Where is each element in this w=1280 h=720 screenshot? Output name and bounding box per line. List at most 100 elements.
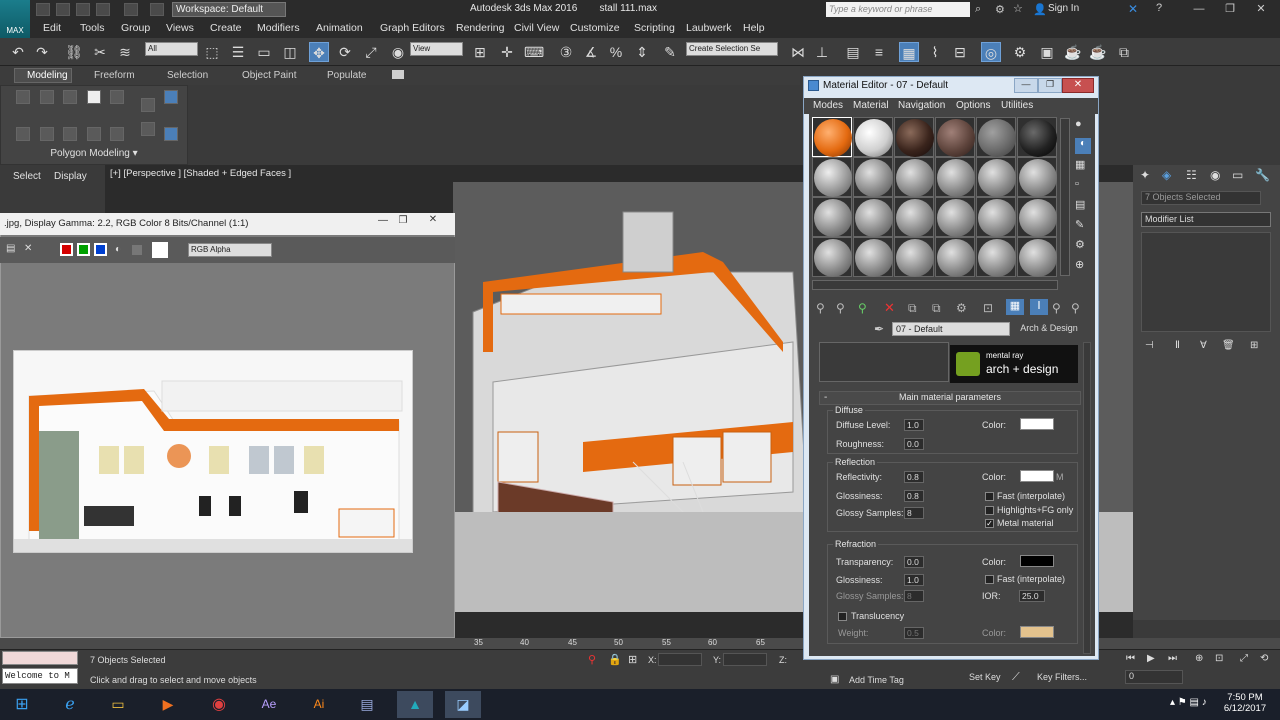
- sample-slot[interactable]: [894, 197, 934, 237]
- select-and-scale-icon[interactable]: ⤢: [361, 42, 381, 62]
- select-by-material-icon[interactable]: ⊕: [1075, 258, 1091, 274]
- utilities-tab-icon[interactable]: 🔧: [1255, 168, 1270, 182]
- menu-help[interactable]: Help: [743, 22, 765, 34]
- render-online-icon[interactable]: ⧉: [1114, 42, 1134, 62]
- translucency-color-swatch[interactable]: [1020, 626, 1054, 638]
- sample-slot[interactable]: [853, 237, 893, 277]
- keyboard-shortcut-icon[interactable]: ⌨: [524, 42, 544, 62]
- templates-list[interactable]: [819, 342, 949, 382]
- make-copy-icon[interactable]: ⧉: [908, 301, 917, 316]
- alpha-channel-icon[interactable]: ◐: [115, 244, 121, 255]
- task-window-icon[interactable]: ▤: [349, 691, 385, 718]
- menu-group[interactable]: Group: [121, 22, 150, 34]
- menu-animation[interactable]: Animation: [316, 22, 363, 34]
- select-tab[interactable]: Select: [13, 171, 41, 182]
- ribbon-tool-i-icon[interactable]: [164, 127, 178, 141]
- minimize-button[interactable]: —: [1188, 0, 1210, 19]
- link-icon[interactable]: ⛓: [64, 42, 84, 62]
- maxscript-listener[interactable]: Welcome to M: [2, 668, 78, 684]
- params-scrollbar[interactable]: [1083, 342, 1091, 654]
- field-of-view-icon[interactable]: ⊡: [1215, 653, 1223, 664]
- snaps-toggle-icon[interactable]: ③: [556, 42, 576, 62]
- modifier-list-dropdown[interactable]: Modifier List: [1141, 212, 1271, 227]
- me-close-button[interactable]: ✕: [1062, 78, 1094, 93]
- sample-slot[interactable]: [935, 157, 975, 197]
- tray-icons[interactable]: ▴ ⚑ ▤ ♪: [1170, 697, 1207, 708]
- ribbon-tab-modeling[interactable]: Modeling: [27, 70, 68, 81]
- select-and-rotate-icon[interactable]: ⟳: [335, 42, 355, 62]
- me-minimize-button[interactable]: —: [1014, 78, 1038, 93]
- absolute-mode-icon[interactable]: ⊞: [628, 653, 637, 666]
- selection-region-icon[interactable]: ▭: [254, 42, 274, 62]
- element-icon[interactable]: [110, 90, 124, 104]
- reset-map-icon[interactable]: ✕: [884, 300, 895, 316]
- ribbon-tab-freeform[interactable]: Freeform: [94, 70, 135, 81]
- redo-icon[interactable]: [124, 3, 138, 16]
- select-object-icon[interactable]: ⬚: [202, 42, 222, 62]
- pick-material-eyedropper-icon[interactable]: ✒: [874, 322, 884, 336]
- sign-in-link[interactable]: Sign In: [1048, 3, 1079, 14]
- time-tag-icon[interactable]: ▣: [830, 674, 839, 685]
- menu-create[interactable]: Create: [210, 22, 242, 34]
- me-options-icon[interactable]: ⚙: [1075, 238, 1091, 254]
- workspace-dropdown[interactable]: Workspace: Default: [172, 2, 286, 17]
- select-and-move-icon[interactable]: ✥: [309, 42, 329, 62]
- clock[interactable]: 7:50 PM 6/12/2017: [1222, 692, 1268, 714]
- me-menu-navigation[interactable]: Navigation: [898, 100, 945, 111]
- menu-views[interactable]: Views: [166, 22, 194, 34]
- diffuse-color-swatch[interactable]: [1020, 418, 1054, 430]
- current-frame-field[interactable]: 0: [1125, 670, 1183, 684]
- go-to-start-icon[interactable]: ⏮: [1126, 653, 1135, 664]
- refl-color-swatch[interactable]: [1020, 470, 1054, 482]
- polygon-icon[interactable]: [87, 90, 101, 104]
- sample-slot[interactable]: [812, 117, 852, 157]
- sample-slot[interactable]: [976, 117, 1016, 157]
- media-player-icon[interactable]: ▶: [150, 691, 186, 718]
- select-manipulate-icon[interactable]: ✛: [497, 42, 517, 62]
- slots-horizontal-scrollbar[interactable]: [812, 280, 1058, 290]
- menu-graph-editors[interactable]: Graph Editors: [380, 22, 445, 34]
- ribbon-tool-h-icon[interactable]: [141, 122, 155, 136]
- menu-rendering[interactable]: Rendering: [456, 22, 504, 34]
- sample-slot[interactable]: [853, 157, 893, 197]
- refr-fast-checkbox[interactable]: [985, 575, 994, 584]
- get-material-icon[interactable]: ⚲: [816, 301, 825, 315]
- refl-fast-checkbox[interactable]: [985, 492, 994, 501]
- mirror-icon[interactable]: ⋈: [788, 42, 808, 62]
- video-color-check-icon[interactable]: ▤: [1075, 198, 1091, 214]
- show-end-result-icon[interactable]: Ⅱ: [1175, 340, 1180, 351]
- close-button[interactable]: ✕: [1250, 0, 1272, 19]
- frame-close-button[interactable]: ✕: [424, 214, 442, 230]
- ribbon-tool-g-icon[interactable]: [110, 127, 124, 141]
- placement-icon[interactable]: ◉: [388, 42, 408, 62]
- restore-button[interactable]: ❐: [1219, 0, 1241, 19]
- ribbon-tool-b-icon[interactable]: [164, 90, 178, 104]
- sample-slot[interactable]: [1017, 197, 1057, 237]
- selection-lock-icon[interactable]: 🔒: [608, 653, 622, 666]
- next-frame-icon[interactable]: ⏭: [1168, 653, 1177, 664]
- refr-samples-spinner[interactable]: 8: [904, 590, 924, 602]
- menu-modifiers[interactable]: Modifiers: [257, 22, 300, 34]
- sample-slot[interactable]: [1017, 157, 1057, 197]
- exchange-icon[interactable]: ✕: [1128, 2, 1138, 16]
- viewport-label[interactable]: [+] [Perspective ] [Shaded + Edged Faces…: [110, 168, 291, 179]
- edge-icon[interactable]: [40, 90, 54, 104]
- sample-slot[interactable]: [894, 117, 934, 157]
- 3dsmax-taskbar-icon[interactable]: ▲: [397, 691, 433, 718]
- menu-tools[interactable]: Tools: [80, 22, 105, 34]
- sample-slot[interactable]: [935, 197, 975, 237]
- search-input[interactable]: Type a keyword or phrase: [826, 2, 970, 17]
- curve-editor-icon[interactable]: ⌇: [925, 42, 945, 62]
- render-setup-icon[interactable]: ⚙: [1010, 42, 1030, 62]
- hierarchy-tab-icon[interactable]: ☷: [1186, 168, 1197, 182]
- ribbon-options-icon[interactable]: [392, 70, 404, 79]
- translucency-checkbox[interactable]: [838, 612, 847, 621]
- material-id-channel-icon[interactable]: ⊡: [983, 301, 993, 315]
- percent-snap-icon[interactable]: %: [606, 42, 626, 62]
- modifier-stack[interactable]: [1141, 232, 1271, 332]
- file-explorer-icon[interactable]: ▭: [100, 691, 136, 718]
- sample-slot[interactable]: [812, 237, 852, 277]
- create-tab-icon[interactable]: ✦: [1140, 168, 1150, 182]
- refr-color-swatch[interactable]: [1020, 555, 1054, 567]
- sample-slot[interactable]: [894, 237, 934, 277]
